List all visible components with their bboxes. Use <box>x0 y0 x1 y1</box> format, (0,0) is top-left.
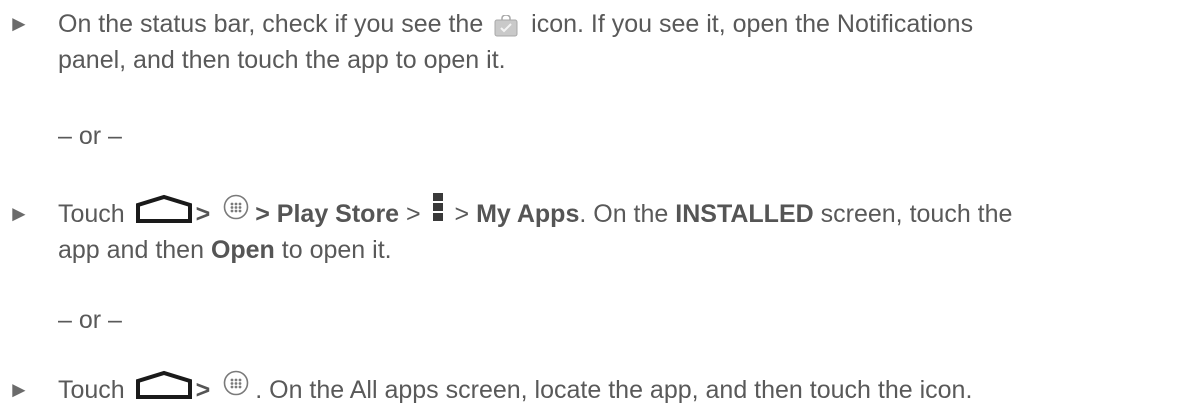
gt-separator: > <box>195 200 211 228</box>
step-1-text: On the status bar, check if you see the … <box>58 6 1168 78</box>
step-2-text-part: screen, touch the <box>820 200 1013 228</box>
apps-launcher-icon <box>223 370 249 396</box>
step-2-text-part: . On the <box>579 200 669 228</box>
or-separator: – or – <box>58 306 122 334</box>
home-icon <box>134 370 194 400</box>
step-3-text: Touch > . On the All apps screen, locate… <box>58 370 1168 408</box>
or-separator: – or – <box>58 122 122 150</box>
step-3-text-part: Touch <box>58 376 125 404</box>
play-store-label: Play Store <box>276 200 400 228</box>
play-store-bag-icon <box>494 11 518 37</box>
step-2-text: Touch > > Play Store > > My Apps. On the… <box>58 193 1168 268</box>
my-apps-label: My Apps <box>476 200 580 228</box>
step-2-text-line-2: to open it. <box>281 236 392 264</box>
bullet-arrow: ► <box>8 377 30 402</box>
open-label: Open <box>210 236 275 264</box>
step-2-text-part: Touch <box>58 200 125 228</box>
installed-label: INSTALLED <box>675 200 814 228</box>
apps-launcher-icon <box>223 194 249 220</box>
step-2-text-line-2: app and then <box>58 236 204 264</box>
home-icon <box>134 194 194 224</box>
step-1-text-part: On the status bar, check if you see the <box>58 10 484 38</box>
step-1-text-part: icon. If you see it, open the Notificati… <box>531 10 974 38</box>
step-1-text-line-2: panel, and then touch the app to open it… <box>58 46 506 74</box>
bullet-arrow: ► <box>8 11 30 36</box>
gt-separator: > <box>406 200 421 228</box>
menu-icon <box>432 192 444 222</box>
gt-separator: > <box>454 200 470 228</box>
bullet-arrow: ► <box>8 201 30 226</box>
step-3-text-part: . On the All apps screen, locate the app… <box>255 376 973 404</box>
gt-separator: > <box>195 376 211 404</box>
gt-separator: > <box>255 200 270 228</box>
